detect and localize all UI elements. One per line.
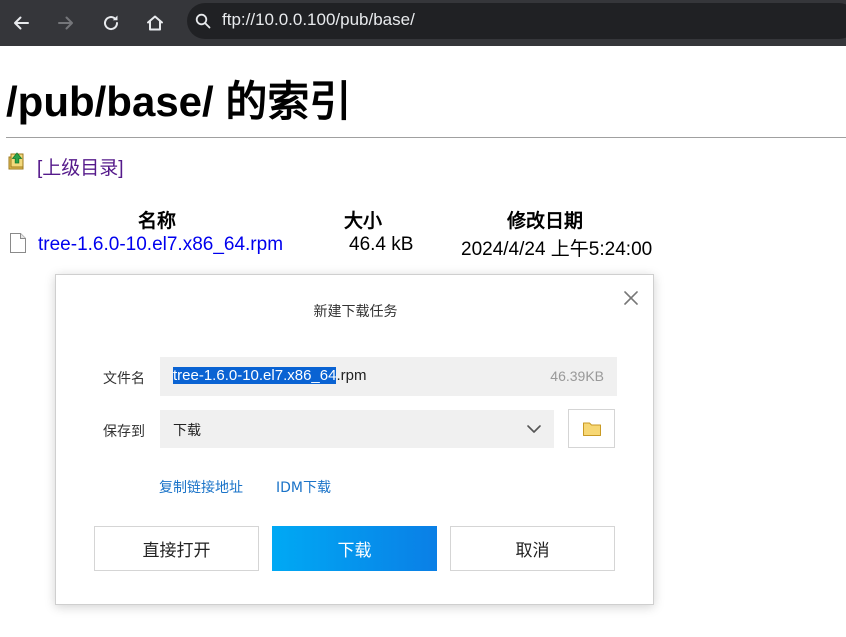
new-download-dialog: 新建下载任务 文件名 tree-1.6.0-10.el7.x86_64.rpm … — [55, 274, 654, 605]
save-location-value: 下载 — [173, 423, 201, 439]
folder-up-icon — [8, 152, 24, 170]
filename-extension: .rpm — [336, 367, 367, 384]
close-icon[interactable] — [622, 289, 640, 307]
copy-link-address[interactable]: 复制链接地址 — [159, 477, 243, 497]
file-size-label: 46.39KB — [550, 368, 604, 384]
parent-directory-link[interactable]: [上级目录] — [37, 153, 124, 180]
file-size: 46.4 kB — [349, 234, 414, 255]
save-location-select[interactable]: 下载 — [160, 410, 554, 448]
file-modified: 2024/4/24 上午5:24:00 — [461, 239, 653, 260]
save-to-label: 保存到 — [103, 424, 145, 440]
column-header-size[interactable]: 大小 — [344, 206, 382, 233]
chevron-down-icon — [527, 425, 541, 433]
home-icon — [147, 15, 163, 31]
column-header-modified[interactable]: 修改日期 — [507, 206, 583, 233]
back-button[interactable] — [6, 8, 36, 38]
file-icon — [10, 233, 26, 253]
download-button[interactable]: 下载 — [272, 526, 437, 571]
address-bar[interactable]: ftp://10.0.0.100/pub/base/ — [187, 3, 846, 39]
filename-label: 文件名 — [103, 371, 145, 387]
arrow-right-icon — [58, 16, 73, 30]
dialog-title: 新建下载任务 — [313, 304, 398, 320]
browser-toolbar: ftp://10.0.0.100/pub/base/ — [0, 0, 846, 46]
arrow-left-icon — [14, 16, 29, 30]
reload-button[interactable] — [96, 8, 126, 38]
filename-value: tree-1.6.0-10.el7.x86_64.rpm — [173, 367, 366, 384]
forward-button[interactable] — [51, 8, 81, 38]
open-directly-button[interactable]: 直接打开 — [94, 526, 259, 571]
browse-folder-button[interactable] — [568, 409, 615, 448]
folder-icon — [582, 422, 601, 436]
search-icon — [195, 13, 211, 29]
filename-field[interactable]: tree-1.6.0-10.el7.x86_64.rpm 46.39KB — [160, 357, 617, 396]
cancel-button[interactable]: 取消 — [450, 526, 615, 571]
home-button[interactable] — [140, 8, 170, 38]
column-header-name[interactable]: 名称 — [138, 206, 176, 233]
reload-icon — [104, 15, 119, 31]
filename-selected-text: tree-1.6.0-10.el7.x86_64 — [173, 367, 337, 384]
file-link[interactable]: tree-1.6.0-10.el7.x86_64.rpm — [38, 234, 283, 256]
divider — [6, 137, 846, 138]
address-text: ftp://10.0.0.100/pub/base/ — [222, 10, 415, 29]
page-title: /pub/base/ 的索引 — [6, 78, 352, 125]
idm-download-link[interactable]: IDM下载 — [276, 477, 331, 497]
